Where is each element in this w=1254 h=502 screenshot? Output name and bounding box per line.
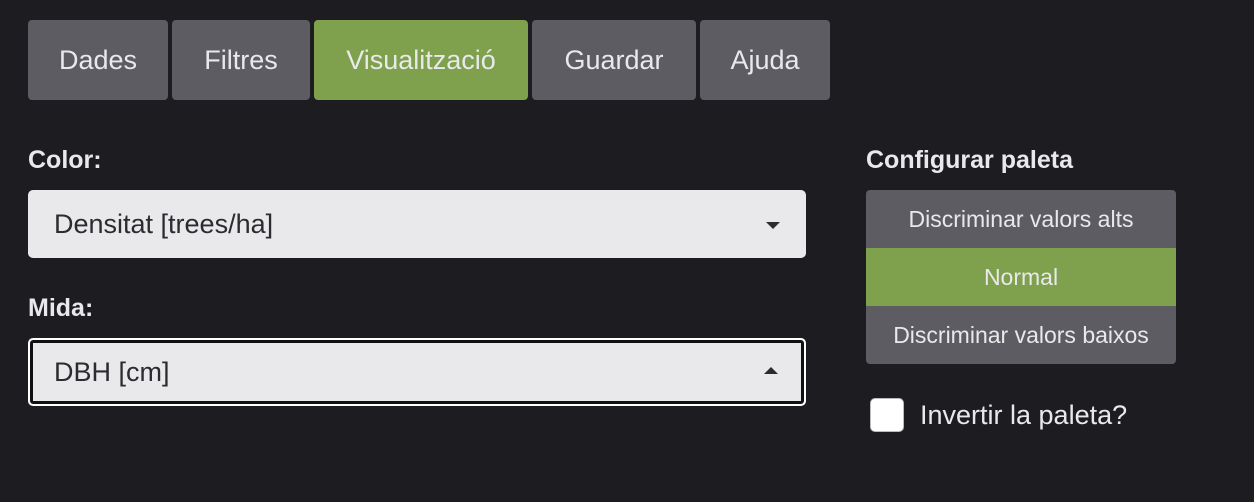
- size-label: Mida:: [28, 294, 94, 322]
- palette-option-normal[interactable]: Normal: [866, 248, 1176, 306]
- chevron-down-icon: [766, 222, 780, 229]
- chevron-up-icon: [764, 367, 778, 374]
- invert-palette-label: Invertir la paleta?: [920, 399, 1128, 430]
- palette-options: Discriminar valors alts Normal Discrimin…: [866, 190, 1176, 364]
- tab-visualitzacio[interactable]: Visualització: [314, 20, 528, 100]
- color-select[interactable]: Densitat [trees/ha]: [28, 190, 806, 258]
- tab-ajuda[interactable]: Ajuda: [700, 20, 830, 100]
- tab-filtres[interactable]: Filtres: [172, 20, 310, 100]
- tab-guardar[interactable]: Guardar: [532, 20, 696, 100]
- invert-palette-checkbox[interactable]: [870, 398, 904, 432]
- palette-title: Configurar paleta: [866, 146, 1073, 174]
- size-select[interactable]: DBH [cm]: [28, 338, 806, 406]
- color-label: Color:: [28, 146, 102, 174]
- tab-bar: Dades Filtres Visualització Guardar Ajud…: [28, 20, 830, 100]
- palette-option-high[interactable]: Discriminar valors alts: [866, 190, 1176, 248]
- invert-palette-row[interactable]: Invertir la paleta?: [870, 398, 1127, 432]
- tab-dades[interactable]: Dades: [28, 20, 168, 100]
- color-select-value: Densitat [trees/ha]: [54, 208, 274, 239]
- size-select-value: DBH [cm]: [54, 356, 170, 387]
- palette-option-low[interactable]: Discriminar valors baixos: [866, 306, 1176, 364]
